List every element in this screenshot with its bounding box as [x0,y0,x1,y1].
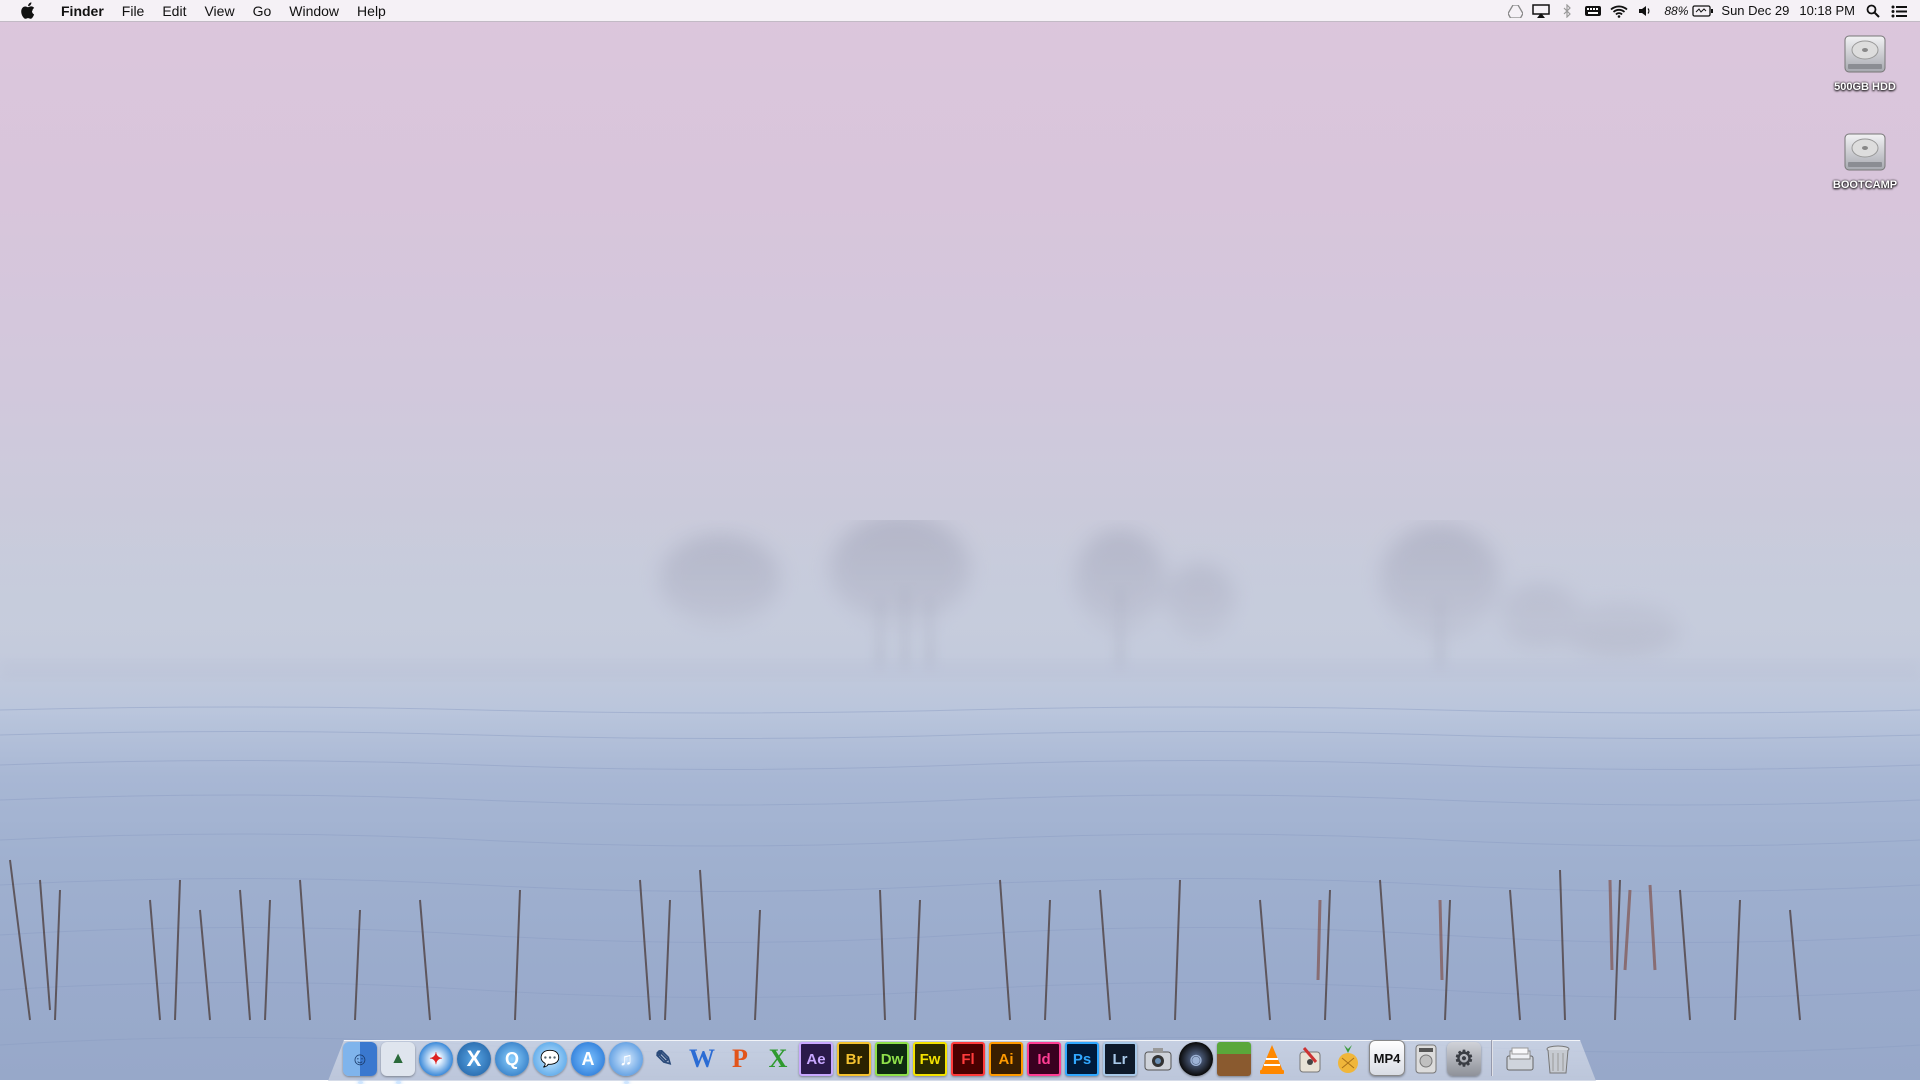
quicktime-icon: Q [504,1048,519,1069]
desktop-icon-label: 500GB HDD [1834,81,1896,93]
dock-mp4-tools[interactable]: MP4 [1369,1040,1405,1076]
pineapple-icon [1338,1045,1358,1073]
desktop-icon-500gb-hdd[interactable]: 500GB HDD [1810,28,1920,93]
dock-messages[interactable]: 💬 [533,1042,567,1076]
dock-flash[interactable]: Fl [951,1042,985,1076]
menu-app-finder[interactable]: Finder [52,0,113,22]
dock: ☺ ▲ ✦ X Q 💬 A ♫ ✎ W P X Ae Br Dw Fw Fl A… [343,1032,1575,1084]
menu-list: Finder File Edit View Go Window Help [52,0,395,22]
mp4-icon: MP4 [1373,1050,1401,1066]
dock-dvd-player[interactable] [1409,1042,1443,1076]
desktop-wallpaper [0,0,1920,1080]
menu-bar: Finder File Edit View Go Window Help 88%… [0,0,1920,22]
app-store-icon: A [581,1048,595,1069]
safari-icon: ✦ [429,1051,443,1068]
dvd-icon [1415,1044,1437,1074]
dock-system-preferences[interactable]: ⚙ [1447,1042,1481,1076]
dock-bridge[interactable]: Br [837,1042,871,1076]
dock-fruit-app[interactable] [1331,1042,1365,1076]
google-drive-icon[interactable] [1502,0,1528,22]
os-x-icon: X [466,1046,482,1071]
notification-center-icon[interactable] [1886,0,1912,22]
dock-image-capture[interactable] [1141,1042,1175,1076]
photoshop-icon: Ps [1072,1050,1092,1068]
illustrator-icon: Ai [998,1050,1014,1068]
dock-separator [1491,1040,1493,1076]
dock-safari[interactable]: ✦ [419,1042,453,1076]
itunes-icon: ♫ [619,1048,633,1069]
status-area: 88% Sun Dec 29 10:18 PM [1502,0,1912,22]
menu-file[interactable]: File [113,0,154,22]
menu-window[interactable]: Window [280,0,348,22]
flash-icon: Fl [961,1050,975,1068]
dock-itunes[interactable]: ♫ [609,1042,643,1084]
dock-app-store[interactable]: A [571,1042,605,1076]
dock-fireworks[interactable]: Fw [913,1042,947,1076]
menu-edit[interactable]: Edit [153,0,195,22]
dock-word[interactable]: W [685,1042,719,1076]
dock-preview[interactable]: ▲ [381,1042,415,1084]
dock-illustrator[interactable]: Ai [989,1042,1023,1076]
menu-help[interactable]: Help [348,0,395,22]
bridge-icon: Br [845,1050,863,1068]
dock-mac-os-x[interactable]: X [457,1042,491,1076]
desktop-icon-bootcamp[interactable]: BOOTCAMP [1810,126,1920,191]
clock-date[interactable]: Sun Dec 29 [1716,0,1794,22]
clock-time[interactable]: 10:18 PM [1794,0,1860,22]
dock-utility[interactable] [1293,1042,1327,1076]
trash-icon [1546,1045,1570,1074]
stack-icon [1506,1047,1534,1071]
dock-after-effects[interactable]: Ae [799,1042,833,1076]
dock-vlc[interactable] [1255,1042,1289,1076]
spotlight-icon[interactable] [1860,0,1886,22]
camera-icon [1144,1048,1172,1071]
dock-powerpoint[interactable]: P [723,1042,757,1076]
dock-photoshop[interactable]: Ps [1065,1042,1099,1076]
messages-icon: 💬 [540,1051,560,1068]
powerpoint-icon: P [732,1044,748,1073]
keyboard-icon[interactable] [1580,0,1606,22]
fireworks-icon: Fw [919,1050,941,1068]
dock-aperture[interactable]: ◉ [1179,1042,1213,1076]
volume-icon[interactable] [1632,0,1658,22]
hard-drive-icon [1840,126,1890,176]
menu-go[interactable]: Go [244,0,281,22]
desktop-icon-label: BOOTCAMP [1832,179,1898,191]
utility-icon [1299,1047,1321,1073]
dock-quicktime[interactable]: Q [495,1042,529,1076]
indesign-icon: Id [1037,1050,1051,1068]
dock-minecraft[interactable] [1217,1042,1251,1076]
vlc-icon [1260,1045,1284,1074]
excel-icon: X [768,1044,788,1073]
word-icon: W [689,1044,715,1073]
dock-script-editor[interactable]: ✎ [647,1042,681,1076]
bluetooth-icon[interactable] [1554,0,1580,22]
hard-drive-icon [1840,28,1890,78]
dock-lightroom[interactable]: Lr [1103,1042,1137,1076]
wifi-icon[interactable] [1606,0,1632,22]
finder-icon: ☺ [350,1048,370,1069]
battery-icon[interactable] [1690,0,1716,22]
dreamweaver-icon: Dw [880,1050,904,1068]
battery-percent[interactable]: 88% [1658,0,1690,22]
dock-trash[interactable] [1541,1042,1575,1076]
menu-view[interactable]: View [195,0,243,22]
dock-dreamweaver[interactable]: Dw [875,1042,909,1076]
preview-icon: ▲ [390,1050,406,1067]
script-icon: ✎ [654,1046,674,1071]
apple-logo-icon[interactable] [16,0,38,22]
gear-icon: ⚙ [1454,1046,1474,1071]
airplay-icon[interactable] [1528,0,1554,22]
aperture-icon: ◉ [1189,1050,1203,1067]
dock-indesign[interactable]: Id [1027,1042,1061,1076]
dock-excel[interactable]: X [761,1042,795,1076]
dock-finder[interactable]: ☺ [343,1042,377,1084]
after-effects-icon: Ae [806,1050,826,1068]
lightroom-icon: Lr [1112,1050,1128,1068]
dock-downloads-stack[interactable] [1503,1042,1537,1076]
